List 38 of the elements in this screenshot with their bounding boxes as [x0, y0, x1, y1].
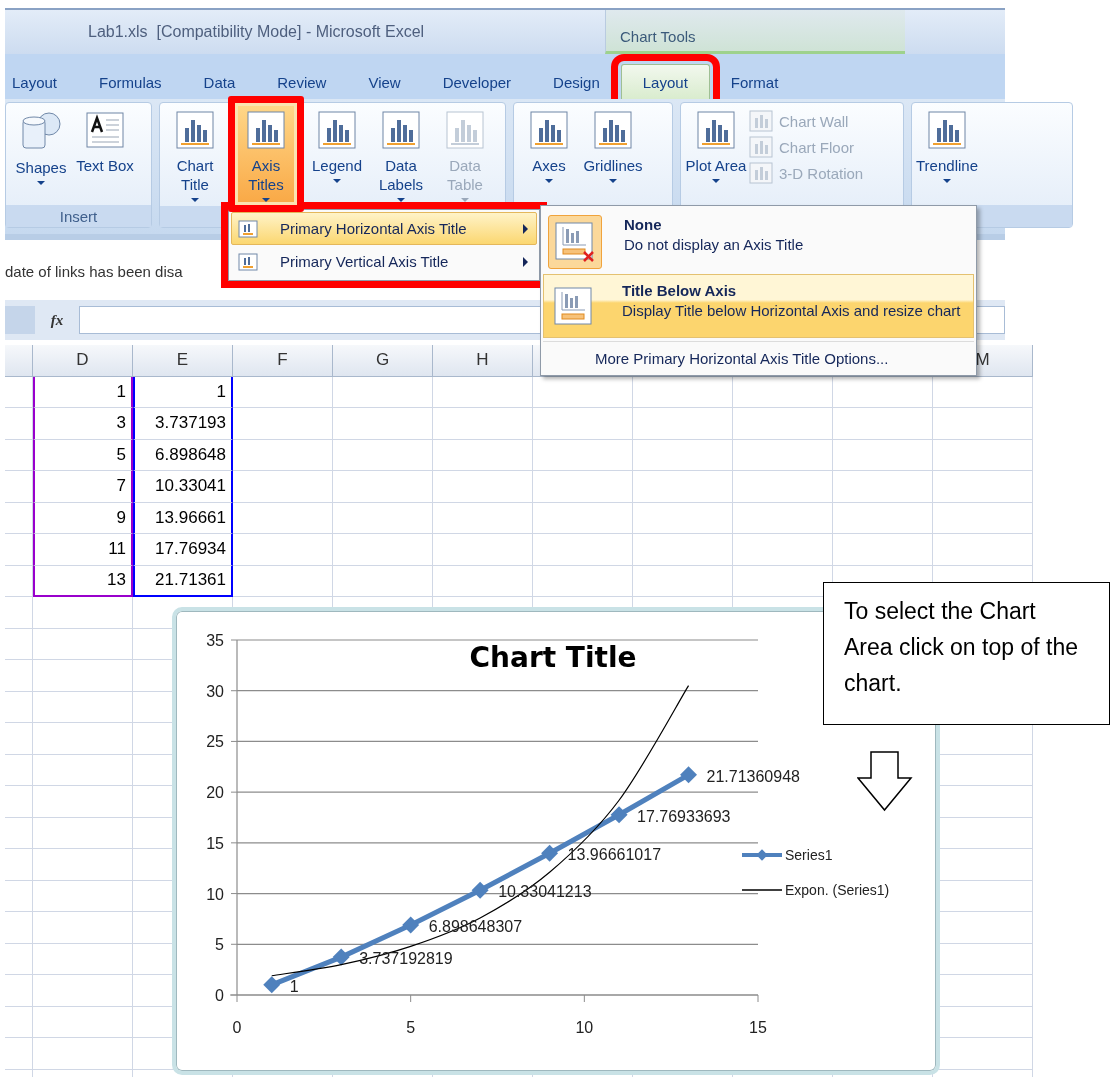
data-label: 13.96661017: [567, 846, 662, 864]
axis-tick-label: 10: [575, 1019, 594, 1036]
legend-label: Expon. (Series1): [785, 882, 890, 898]
table-cell: 1: [133, 376, 233, 408]
axis-tick-label: 35: [206, 632, 224, 649]
table-cell: 21.71361: [133, 565, 233, 597]
context-tab-group: Chart Tools: [605, 10, 905, 54]
axis-tick-label: 10: [206, 885, 224, 903]
axis-tick-label: 25: [206, 733, 224, 751]
axis-tick-label: 20: [206, 784, 224, 802]
table-cell: 9: [33, 502, 133, 534]
group-label: Insert: [6, 205, 151, 227]
table-cell: 7: [33, 471, 133, 503]
table-cell: 3.737193: [133, 408, 233, 440]
table-cell: 1: [33, 376, 133, 408]
axis-tick-label: 15: [206, 834, 224, 852]
axis-tick-label: 0: [232, 1019, 242, 1036]
legend-label: Series1: [785, 847, 833, 863]
table-cell: 13.96661: [133, 502, 233, 534]
data-label: 21.71360948: [706, 767, 800, 785]
table-cell: 3: [33, 408, 133, 440]
table-cell: 5: [33, 439, 133, 471]
axis-tick-label: 0: [215, 987, 224, 1004]
axis-tick-label: 5: [215, 936, 224, 954]
table-cell: 17.76934: [133, 534, 233, 566]
window-title: Lab1.xls [Compatibility Mode] - Microsoft Excel: [87, 22, 426, 42]
data-label: 1: [289, 977, 299, 995]
table-cell: 6.898648: [133, 439, 233, 471]
axis-tick-label: 15: [749, 1019, 767, 1036]
table-cell: 10.33041: [133, 471, 233, 503]
data-label: 3.737192819: [359, 950, 453, 968]
axis-tick-label: 5: [406, 1019, 416, 1036]
callout-note: To select the Chart Area click on top of the chart.: [823, 582, 1110, 725]
data-label: 17.76933693: [637, 807, 731, 825]
table-cell: 13: [33, 565, 133, 597]
message-text: date of links has been disa: [5, 263, 183, 280]
axis-tick-label: 30: [206, 682, 224, 700]
table-cell: 11: [33, 534, 133, 566]
